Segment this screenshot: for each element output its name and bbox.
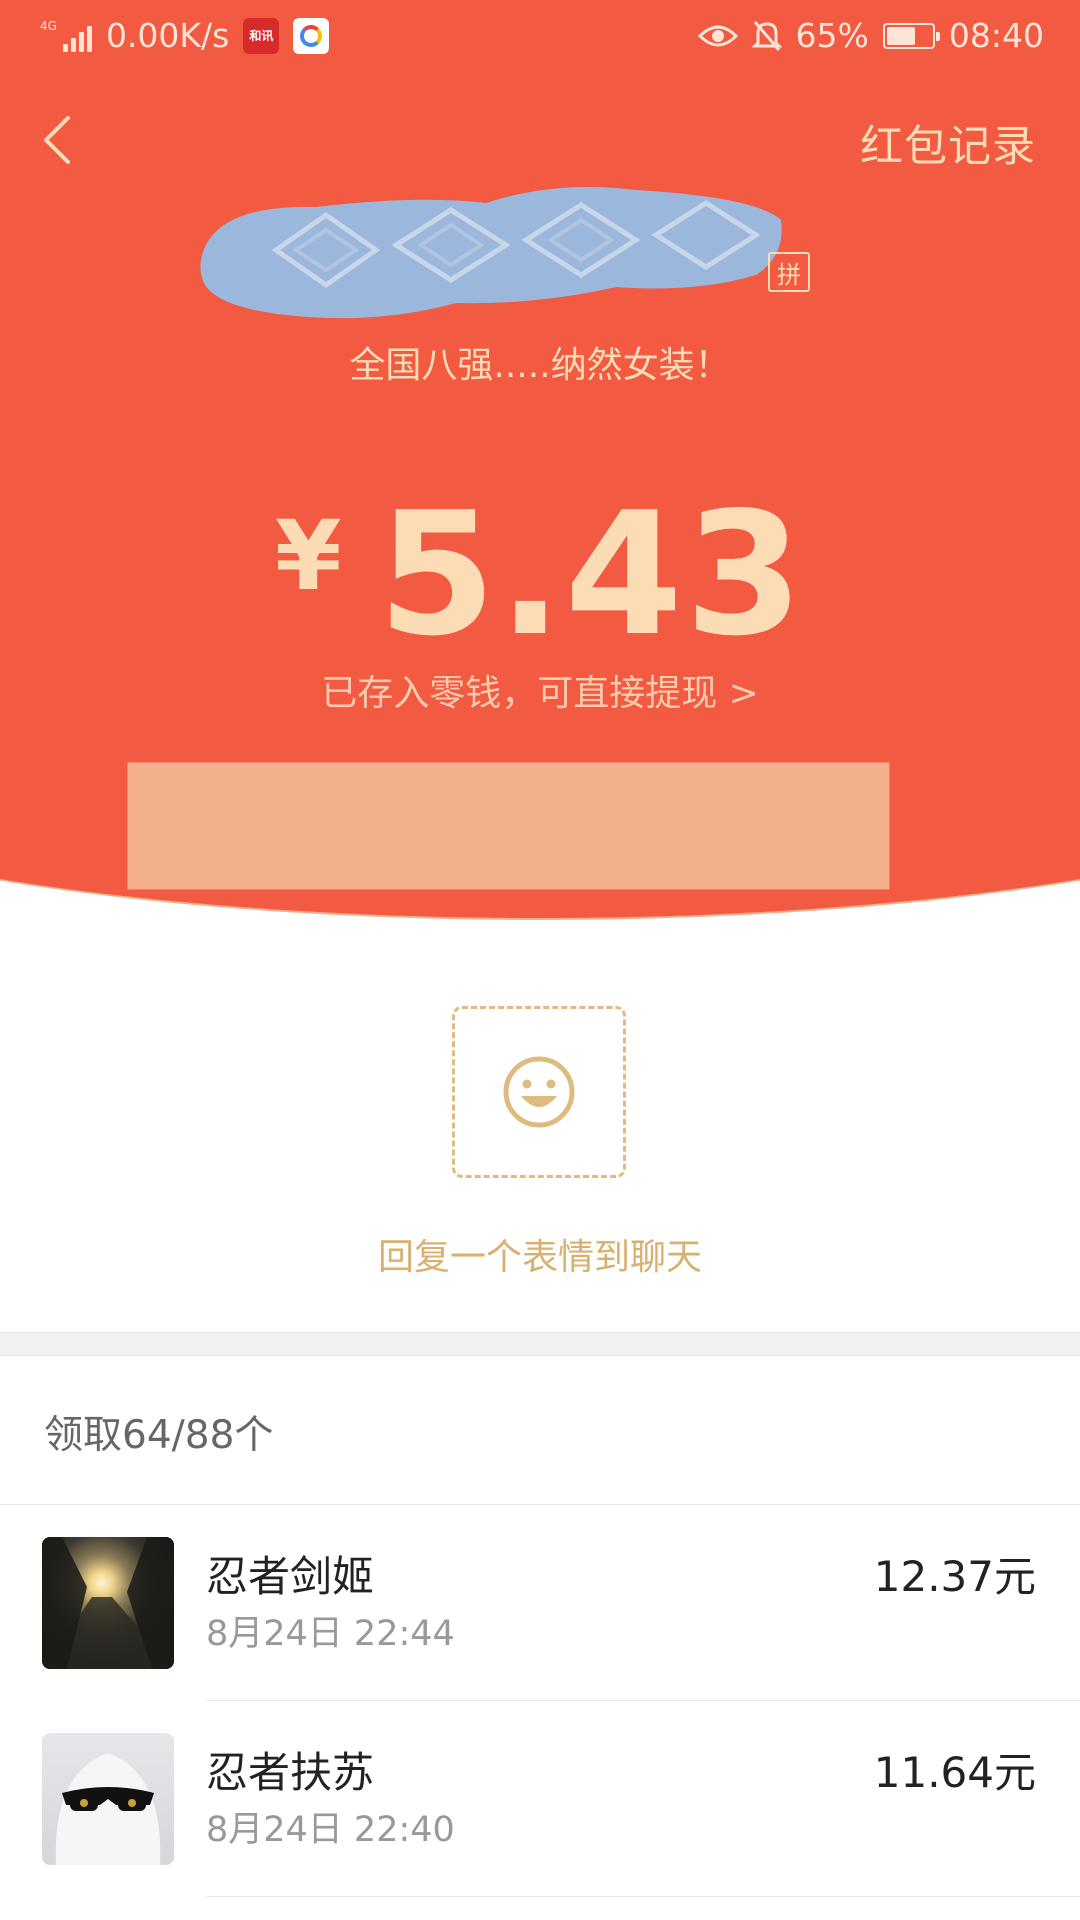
claimed-count: 领取64/88个	[44, 1413, 274, 1458]
avatar[interactable]	[42, 1537, 174, 1669]
red-packet-greeting: 全国八强.....纳然女装！	[349, 345, 731, 386]
hexun-app-icon: 和讯	[243, 17, 280, 54]
battery-icon	[882, 22, 940, 49]
signal-icon: 4G	[40, 20, 92, 52]
saved-to-wallet-link[interactable]: 已存入零钱，可直接提现 >	[0, 664, 1080, 716]
emoji-reply-button[interactable]	[452, 1006, 626, 1178]
claimer-name: 忍者剑姬	[206, 1552, 375, 1601]
currency-symbol: ¥	[274, 500, 342, 612]
ghost-sunglasses-avatar	[55, 1753, 161, 1865]
section-divider	[0, 1332, 1080, 1356]
claimer-name: 忍者扶苏	[206, 1748, 375, 1797]
claim-time: 8月24日 22:40	[206, 1810, 455, 1850]
network-speed: 0.00K/s	[105, 16, 230, 55]
received-amount: 5.43	[377, 476, 806, 674]
list-divider	[206, 1896, 1080, 1897]
status-bar: 4G 0.00K/s 和讯 65% 08:40	[0, 0, 1080, 74]
amount-display: ¥ 5.43	[0, 490, 1080, 660]
sunset-road-photo	[42, 1537, 174, 1669]
status-bar-left: 4G 0.00K/s 和讯	[40, 16, 330, 55]
red-packet-detail-screen: 4G 0.00K/s 和讯 65% 08:40 红包记录 拼 全国八强.....…	[0, 0, 1080, 1920]
status-bar-right: 65% 08:40	[697, 16, 1044, 55]
chevron-left-icon	[44, 116, 70, 164]
eye-comfort-icon	[697, 25, 738, 46]
clock: 08:40	[948, 16, 1044, 55]
redacted-sender-scribble	[200, 186, 782, 319]
red-packet-records-link[interactable]: 红包记录	[860, 112, 1036, 174]
mute-bell-icon	[751, 20, 782, 51]
claim-time: 8月24日 22:44	[206, 1614, 455, 1654]
emoji-reply-label[interactable]: 回复一个表情到聊天	[0, 1228, 1080, 1280]
list-item[interactable]: 忍者扶苏 8月24日 22:40 11.64元	[0, 1701, 1080, 1897]
avatar[interactable]	[42, 1733, 174, 1865]
pinyin-badge: 拼	[768, 252, 810, 292]
smiley-face-icon	[503, 1056, 575, 1128]
battery-percent: 65%	[795, 16, 869, 55]
hexun-app-icon-text: 和讯	[249, 29, 274, 43]
claim-amount: 12.37元	[873, 1552, 1036, 1601]
browser-app-icon	[293, 17, 330, 54]
list-item[interactable]: 忍者剑姬 8月24日 22:44 12.37元	[0, 1505, 1080, 1701]
network-type: 4G	[40, 18, 57, 33]
claim-amount: 11.64元	[873, 1748, 1036, 1797]
back-button[interactable]	[38, 110, 78, 170]
